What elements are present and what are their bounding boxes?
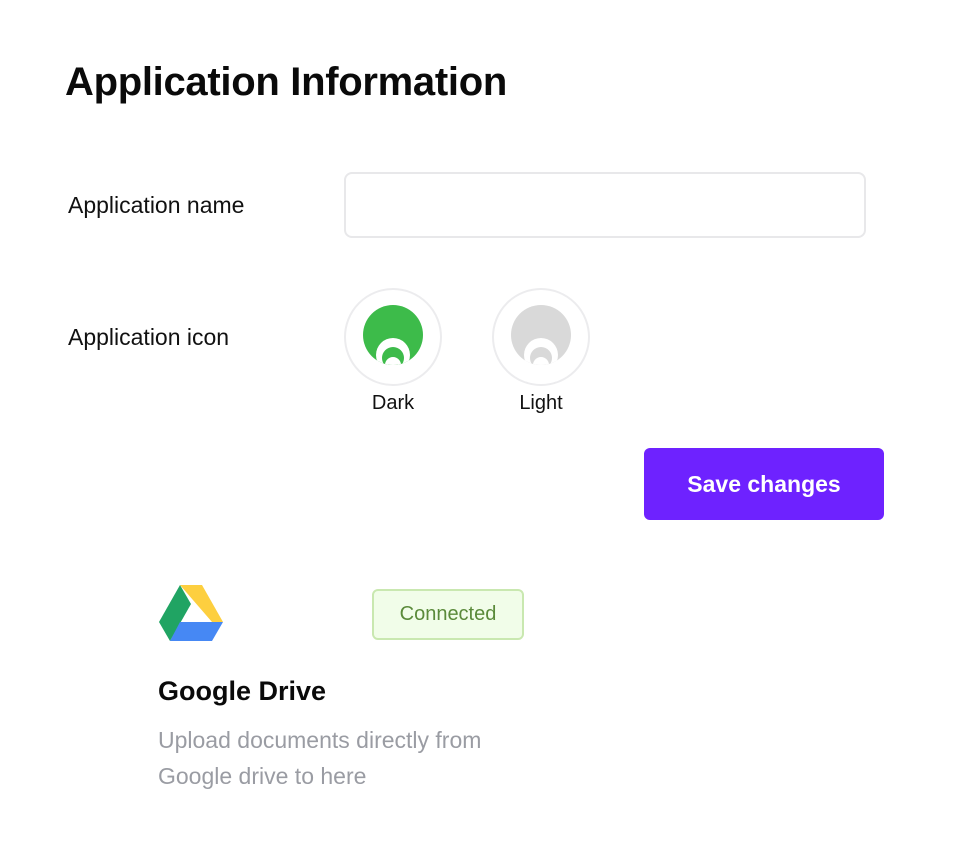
application-name-input[interactable]	[344, 172, 866, 238]
icon-option-light[interactable]: Light	[492, 288, 590, 415]
dark-app-icon	[363, 305, 423, 365]
icon-option-dark[interactable]: Dark	[344, 288, 442, 415]
connection-status-badge: Connected	[372, 589, 524, 640]
application-icon-label: Application icon	[68, 324, 230, 350]
save-button[interactable]: Save changes	[644, 448, 884, 520]
icon-option-ring	[492, 288, 590, 386]
application-name-label: Application name	[68, 192, 245, 218]
google-drive-icon	[159, 585, 223, 641]
icon-option-ring	[344, 288, 442, 386]
page: Application Information Application name…	[0, 0, 964, 842]
integration-description: Upload documents directly from Google dr…	[158, 727, 482, 789]
light-app-icon	[511, 305, 571, 365]
integration-title: Google Drive	[158, 676, 327, 706]
icon-option-label: Light	[519, 392, 563, 414]
icon-option-label: Dark	[371, 392, 415, 414]
page-title: Application Information	[65, 60, 507, 104]
